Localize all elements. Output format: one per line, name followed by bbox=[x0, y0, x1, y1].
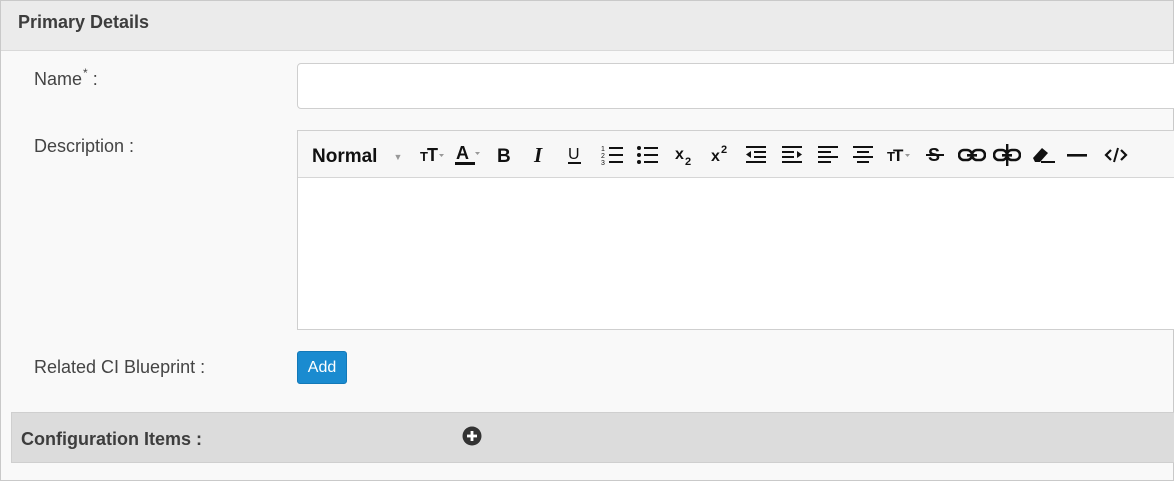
underline-icon: U bbox=[568, 146, 581, 164]
add-configuration-item-button[interactable] bbox=[462, 426, 482, 446]
svg-text:A: A bbox=[456, 143, 469, 163]
ordered-list-button[interactable]: 123 bbox=[601, 143, 625, 167]
align-left-icon bbox=[818, 146, 838, 163]
horizontal-rule-icon bbox=[1067, 154, 1087, 157]
add-related-ci-button[interactable]: Add bbox=[297, 351, 347, 384]
align-left-button[interactable] bbox=[817, 143, 839, 167]
code-view-button[interactable] bbox=[1104, 143, 1128, 167]
name-label: Name* : bbox=[34, 66, 98, 90]
section-title: Primary Details bbox=[18, 12, 150, 32]
unordered-list-button[interactable] bbox=[636, 143, 660, 167]
superscript-icon: x2 bbox=[711, 144, 727, 165]
indent-button[interactable] bbox=[781, 143, 803, 167]
description-content-area[interactable] bbox=[298, 179, 1174, 329]
align-center-icon bbox=[853, 146, 873, 163]
underline-button[interactable]: U bbox=[566, 143, 584, 167]
name-label-suffix: : bbox=[87, 69, 98, 89]
description-label: Description : bbox=[34, 136, 135, 156]
clear-format-button[interactable] bbox=[1030, 143, 1056, 167]
eraser-icon bbox=[1033, 148, 1055, 163]
format-dropdown[interactable]: Normal ▼ bbox=[312, 145, 402, 169]
italic-button[interactable]: I bbox=[531, 143, 549, 167]
configuration-items-bar: Configuration Items : bbox=[11, 412, 1174, 463]
italic-icon: I bbox=[533, 145, 543, 165]
section-header: Primary Details bbox=[1, 1, 1173, 51]
plus-circle-icon bbox=[462, 426, 482, 446]
font-size-icon: TT bbox=[420, 145, 444, 165]
code-view-icon bbox=[1104, 147, 1128, 163]
svg-text:2: 2 bbox=[721, 144, 727, 156]
outdent-icon bbox=[746, 146, 766, 163]
configuration-items-title: Configuration Items : bbox=[21, 429, 202, 449]
related-ci-blueprint-label: Related CI Blueprint : bbox=[34, 357, 206, 377]
chevron-down-icon: ▼ bbox=[393, 152, 403, 162]
svg-text:B: B bbox=[497, 146, 511, 165]
format-dropdown-label: Normal bbox=[312, 146, 378, 167]
svg-text:1: 1 bbox=[601, 146, 605, 153]
ordered-list-icon: 123 bbox=[601, 146, 623, 166]
svg-text:2: 2 bbox=[685, 156, 691, 167]
bold-icon: B bbox=[497, 146, 511, 165]
svg-text:I: I bbox=[533, 145, 543, 165]
text-height-button[interactable]: TT bbox=[886, 143, 912, 167]
unordered-list-icon bbox=[637, 146, 658, 164]
editor-toolbar: Normal ▼ TT A B I U 1 2 3 x 2 x 2 T T S bbox=[298, 131, 1174, 178]
bold-button[interactable]: B bbox=[495, 143, 513, 167]
strikethrough-icon: S bbox=[926, 145, 944, 165]
unlink-button[interactable] bbox=[993, 143, 1021, 167]
svg-text:T: T bbox=[893, 146, 904, 165]
text-height-icon: TT bbox=[887, 146, 910, 165]
font-color-icon: A bbox=[455, 143, 480, 165]
svg-text:U: U bbox=[568, 146, 580, 163]
font-color-button[interactable]: A bbox=[454, 143, 482, 167]
subscript-button[interactable]: x2 bbox=[674, 143, 696, 167]
horizontal-rule-button[interactable] bbox=[1066, 143, 1088, 167]
svg-text:x: x bbox=[711, 148, 720, 165]
indent-icon bbox=[782, 146, 802, 163]
link-button[interactable] bbox=[958, 143, 986, 167]
strikethrough-button[interactable]: S bbox=[925, 143, 945, 167]
superscript-button[interactable]: x2 bbox=[710, 143, 732, 167]
link-icon bbox=[958, 148, 986, 162]
description-editor: Normal ▼ TT A B I U 1 2 3 x 2 x 2 T T S bbox=[297, 130, 1174, 330]
name-input[interactable] bbox=[297, 63, 1174, 109]
svg-text:T: T bbox=[427, 145, 438, 165]
align-center-button[interactable] bbox=[852, 143, 874, 167]
svg-text:3: 3 bbox=[601, 160, 605, 166]
font-size-button[interactable]: TT bbox=[419, 143, 445, 167]
svg-text:x: x bbox=[675, 146, 684, 163]
primary-details-panel: Primary Details Name* : Description : No… bbox=[0, 0, 1174, 481]
svg-text:2: 2 bbox=[601, 153, 605, 160]
name-label-text: Name bbox=[34, 69, 83, 89]
subscript-icon: x2 bbox=[675, 146, 691, 167]
outdent-button[interactable] bbox=[745, 143, 767, 167]
unlink-icon bbox=[993, 144, 1021, 166]
required-marker: * bbox=[83, 66, 88, 80]
